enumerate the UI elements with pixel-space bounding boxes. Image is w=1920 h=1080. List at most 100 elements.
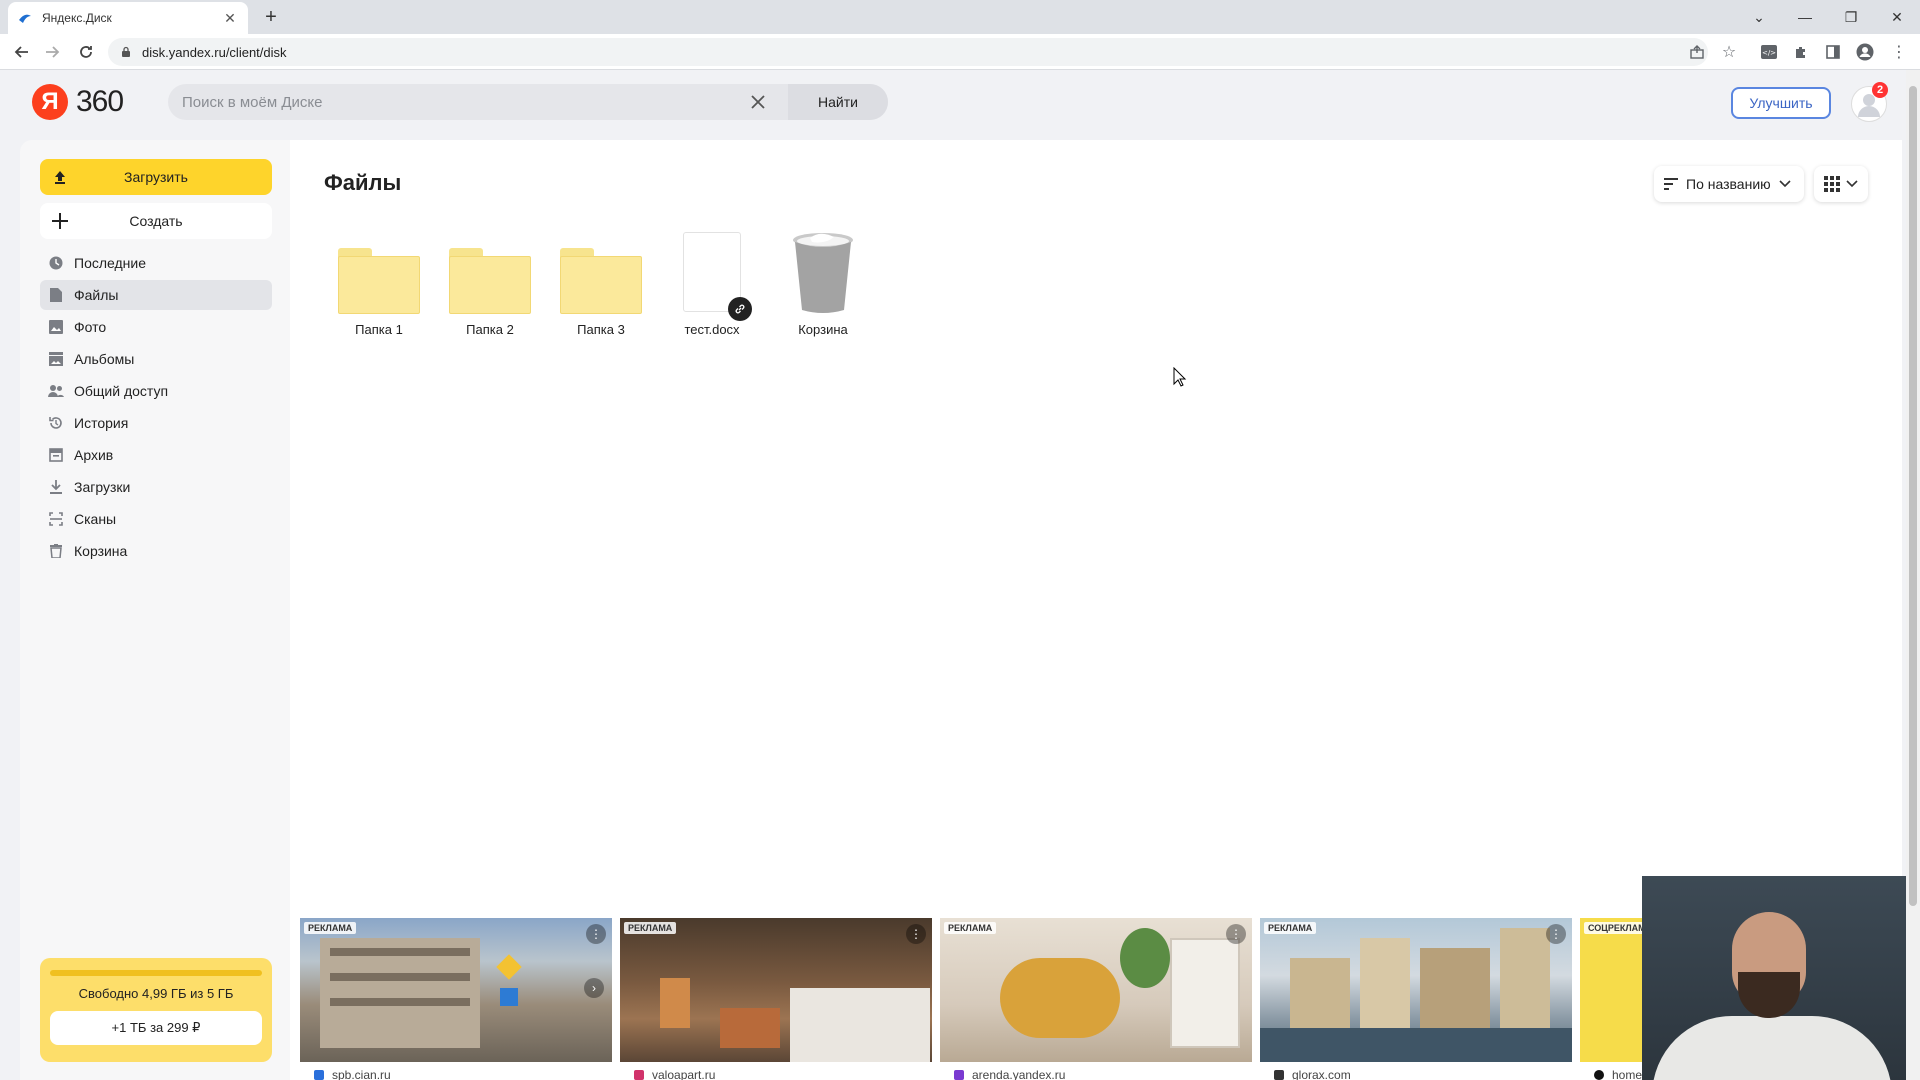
ad-card[interactable]: РЕКЛАМА ⋮ › spb.cian.ru xyxy=(300,918,612,1080)
people-icon xyxy=(48,383,64,399)
sidebar-item-label: Фото xyxy=(74,319,107,335)
trash-bin-icon xyxy=(773,222,873,314)
document-icon xyxy=(662,222,762,321)
extensions-puzzle-icon[interactable] xyxy=(1790,41,1812,63)
upgrade-button[interactable]: Улучшить xyxy=(1731,87,1831,119)
ad-favicon-icon xyxy=(1274,1070,1284,1080)
ad-domain: arenda.yandex.ru xyxy=(972,1068,1066,1080)
presenter-body xyxy=(1652,1016,1892,1080)
ad-domain: spb.cian.ru xyxy=(332,1068,391,1080)
forward-icon[interactable] xyxy=(40,40,64,64)
page-scrollbar[interactable] xyxy=(1906,70,1920,1080)
bookmark-star-icon[interactable]: ☆ xyxy=(1718,41,1740,63)
ad-menu-icon[interactable]: ⋮ xyxy=(1226,924,1246,944)
ad-menu-icon[interactable]: ⋮ xyxy=(1546,924,1566,944)
sidebar-item-recent[interactable]: Последние xyxy=(40,248,272,278)
ad-favicon-icon xyxy=(314,1070,324,1080)
ad-favicon-icon xyxy=(1594,1070,1604,1080)
browser-tab[interactable]: Яндекс.Диск ✕ xyxy=(8,2,248,34)
trash-item[interactable]: Корзина xyxy=(768,222,878,337)
svg-text:</>: </> xyxy=(1762,49,1776,57)
sidebar-item-history[interactable]: История xyxy=(40,408,272,438)
profile-icon[interactable] xyxy=(1854,41,1876,63)
minimize-icon[interactable]: — xyxy=(1782,0,1828,34)
view-mode-button[interactable] xyxy=(1814,166,1868,202)
download-icon xyxy=(48,479,64,495)
back-icon[interactable] xyxy=(10,40,34,64)
sidebar-item-label: Файлы xyxy=(74,287,119,303)
tab-close-icon[interactable]: ✕ xyxy=(222,10,238,26)
sidebar-item-downloads[interactable]: Загрузки xyxy=(40,472,272,502)
sidebar-item-albums[interactable]: Альбомы xyxy=(40,344,272,374)
sidebar-item-scans[interactable]: Сканы xyxy=(40,504,272,534)
ad-domain: glorax.com xyxy=(1292,1068,1351,1080)
file-icon xyxy=(48,287,64,303)
archive-icon xyxy=(48,447,64,463)
storage-free-text: Свободно 4,99 ГБ из 5 ГБ xyxy=(78,986,234,1001)
browser-tabbar: Яндекс.Диск ✕ + ⌄ — ❐ ✕ xyxy=(0,0,1920,34)
window-close-icon[interactable]: ✕ xyxy=(1874,0,1920,34)
grid-icon xyxy=(1824,176,1840,192)
file-name: тест.docx xyxy=(684,322,740,337)
clear-search-icon[interactable] xyxy=(740,84,776,120)
browser-menu-icon[interactable]: ⋮ xyxy=(1888,41,1910,63)
extension-code-icon[interactable]: </> xyxy=(1758,41,1780,63)
folder-item[interactable]: Папка 3 xyxy=(546,222,656,337)
browser-toolbar: disk.yandex.ru/client/disk ☆ </> ⋮ xyxy=(0,34,1920,70)
ad-image: РЕКЛАМА ⋮ xyxy=(620,918,932,1062)
upload-button[interactable]: Загрузить xyxy=(40,159,272,195)
tab-search-chevron-icon[interactable]: ⌄ xyxy=(1736,0,1782,34)
sidebar-item-trash[interactable]: Корзина xyxy=(40,536,272,566)
sidebar-nav: Последние Файлы Фото Альбомы Общий досту… xyxy=(40,248,272,568)
scrollbar-thumb[interactable] xyxy=(1909,86,1917,906)
sidebar: Загрузить Создать Последние Файлы Фото А… xyxy=(20,140,290,1080)
search-input[interactable] xyxy=(168,84,740,120)
history-icon xyxy=(48,415,64,431)
ad-card[interactable]: РЕКЛАМА ⋮ arenda.yandex.ru xyxy=(940,918,1252,1080)
ad-domain: valoapart.ru xyxy=(652,1068,716,1080)
scan-icon xyxy=(48,511,64,527)
buy-storage-button[interactable]: +1 ТБ за 299 ₽ xyxy=(50,1011,262,1045)
ad-card[interactable]: РЕКЛАМА ⋮ glorax.com xyxy=(1260,918,1572,1080)
yandex-360-logo[interactable]: Я 360 xyxy=(32,84,124,120)
share-icon[interactable] xyxy=(1686,41,1708,63)
reload-icon[interactable] xyxy=(74,40,98,64)
ad-favicon-icon xyxy=(634,1070,644,1080)
folder-item[interactable]: Папка 2 xyxy=(435,222,545,337)
album-icon xyxy=(48,351,64,367)
shared-link-icon xyxy=(728,297,752,321)
create-button[interactable]: Создать xyxy=(40,203,272,239)
create-label: Создать xyxy=(129,213,183,229)
folder-icon xyxy=(329,222,429,314)
sort-button[interactable]: По названию xyxy=(1654,166,1804,202)
sidebar-item-shared[interactable]: Общий доступ xyxy=(40,376,272,406)
sidebar-item-files[interactable]: Файлы xyxy=(40,280,272,310)
ad-menu-icon[interactable]: ⋮ xyxy=(906,924,926,944)
file-name: Папка 3 xyxy=(577,322,625,337)
url-bar[interactable]: disk.yandex.ru/client/disk xyxy=(108,38,1708,66)
search-button[interactable]: Найти xyxy=(788,84,888,120)
new-tab-icon[interactable]: + xyxy=(260,6,282,28)
sidebar-item-label: Загрузки xyxy=(74,479,131,495)
ad-image: РЕКЛАМА ⋮ xyxy=(940,918,1252,1062)
ad-menu-icon[interactable]: ⋮ xyxy=(586,924,606,944)
ad-favicon-icon xyxy=(954,1070,964,1080)
sidebar-item-label: Сканы xyxy=(74,511,117,527)
ad-next-icon[interactable]: › xyxy=(584,978,604,998)
sort-label: По названию xyxy=(1686,176,1771,192)
storage-widget: Свободно 4,99 ГБ из 5 ГБ +1 ТБ за 299 ₽ xyxy=(40,958,272,1062)
mouse-cursor-icon xyxy=(1173,367,1187,387)
sidebar-item-photo[interactable]: Фото xyxy=(40,312,272,342)
folder-item[interactable]: Папка 1 xyxy=(324,222,434,337)
logo-ya: Я xyxy=(32,84,68,120)
sidebar-item-label: История xyxy=(74,415,129,431)
ad-label: РЕКЛАМА xyxy=(624,922,677,934)
url-text: disk.yandex.ru/client/disk xyxy=(142,44,287,60)
ad-card[interactable]: РЕКЛАМА ⋮ valoapart.ru xyxy=(620,918,932,1080)
sidebar-item-archive[interactable]: Архив xyxy=(40,440,272,470)
document-item[interactable]: тест.docx xyxy=(657,222,767,337)
ad-label: РЕКЛАМА xyxy=(944,922,997,934)
presenter-beard xyxy=(1738,972,1800,1018)
restore-icon[interactable]: ❐ xyxy=(1828,0,1874,34)
side-panel-icon[interactable] xyxy=(1822,41,1844,63)
